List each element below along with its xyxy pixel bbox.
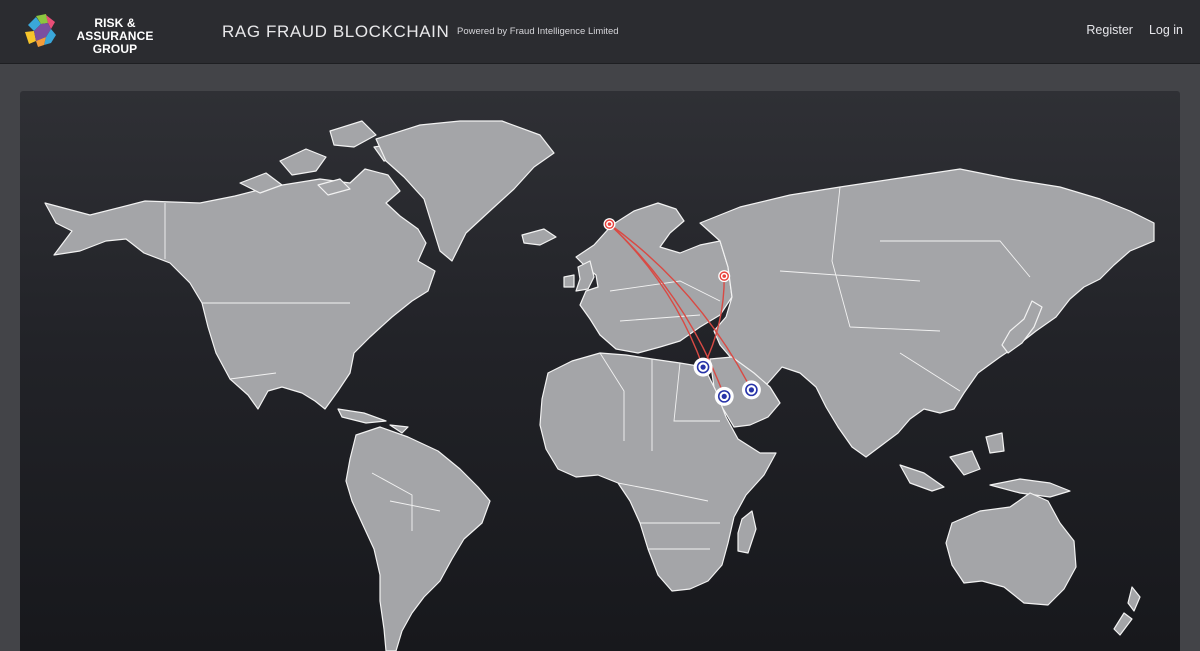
australia <box>945 492 1077 606</box>
new-zealand <box>1113 586 1141 636</box>
origin-uk-marker[interactable] <box>603 218 616 231</box>
account-nav: Register Log in <box>1086 23 1183 37</box>
logo-mark-icon <box>25 14 56 47</box>
powered-by-text: Powered by Fraud Intelligence Limited <box>457 26 619 37</box>
page-content <box>0 64 1200 651</box>
north-america <box>44 168 436 410</box>
login-link[interactable]: Log in <box>1149 23 1183 37</box>
logo-text: RISK & ASSURANCE GROUP <box>60 17 170 56</box>
southeast-asia-islands <box>899 432 1071 498</box>
destination-south-sudan-marker[interactable] <box>693 357 713 377</box>
destination-somalia-marker[interactable] <box>741 380 761 400</box>
brand-logo[interactable]: RISK & ASSURANCE GROUP <box>24 12 174 56</box>
iceland <box>521 228 557 246</box>
british-isles <box>563 260 595 292</box>
app-title: RAG FRAUD BLOCKCHAIN <box>222 22 450 41</box>
south-america <box>345 426 491 651</box>
world-map[interactable] <box>20 91 1180 651</box>
origin-turkey-marker[interactable] <box>718 270 731 283</box>
logo-text-line1: RISK & ASSURANCE <box>76 16 154 43</box>
destination-kenya-marker[interactable] <box>714 386 734 406</box>
logo-text-line2: GROUP <box>92 42 138 56</box>
top-navigation-bar: RISK & ASSURANCE GROUP RAG FRAUD BLOCKCH… <box>0 0 1200 64</box>
world-map-panel[interactable] <box>20 91 1180 651</box>
land-masses <box>44 120 1155 651</box>
register-link[interactable]: Register <box>1086 23 1133 37</box>
madagascar <box>737 510 757 554</box>
